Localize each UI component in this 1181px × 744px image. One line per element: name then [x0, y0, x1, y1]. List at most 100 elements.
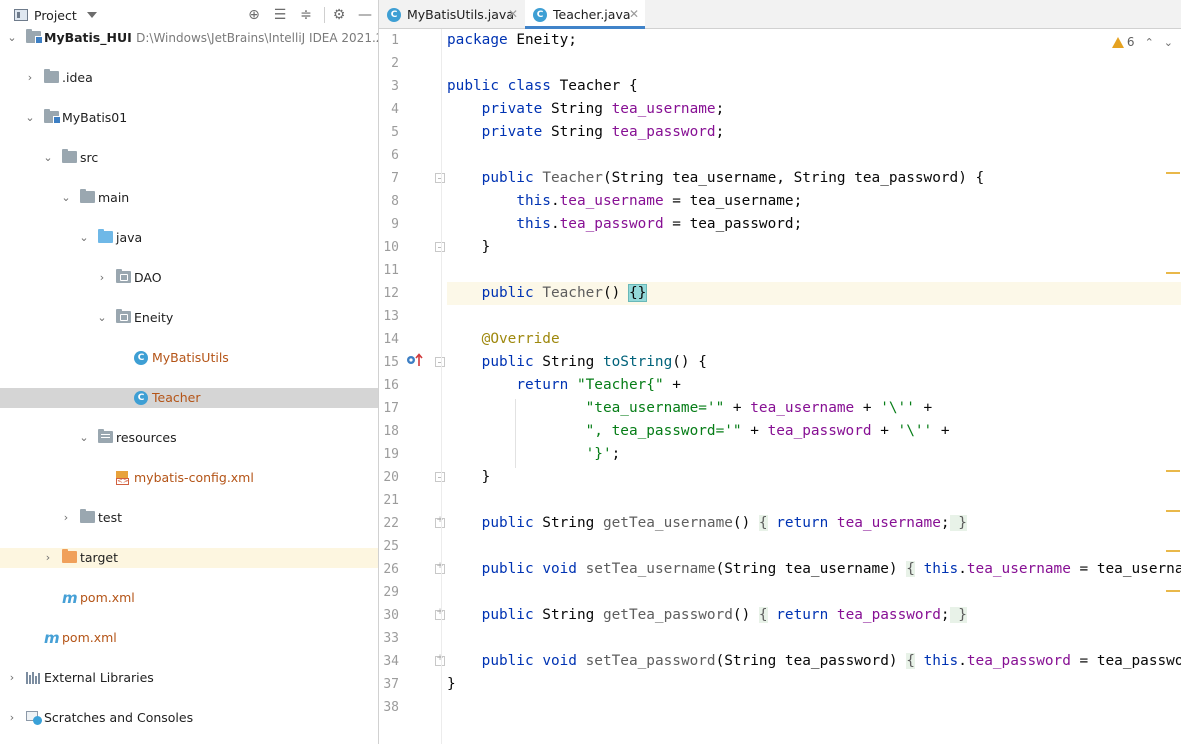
line-number: 3: [391, 79, 399, 94]
code-line[interactable]: this.tea_username = tea_username;: [447, 190, 802, 213]
warning-marker[interactable]: [1166, 510, 1180, 512]
tree-item-dao[interactable]: › DAO: [0, 268, 378, 288]
warning-marker[interactable]: [1166, 590, 1180, 592]
tree-item-teacher[interactable]: C Teacher: [0, 388, 378, 408]
fold-marker[interactable]: [435, 472, 445, 482]
fold-marker[interactable]: [435, 173, 445, 183]
maven-icon: m: [62, 589, 78, 607]
line-number-gutter[interactable]: 1 2 3 4 5 6 7 8 9 10 11 12 13 14 15 16 1…: [379, 29, 445, 744]
code-line[interactable]: @Override: [447, 328, 560, 351]
tree-item-target[interactable]: › target: [0, 548, 378, 568]
class-icon: C: [134, 351, 148, 365]
chevron-down-icon[interactable]: ⌄: [42, 148, 54, 168]
code-area[interactable]: package Eneity; public class Teacher { pr…: [447, 29, 1181, 744]
tree-item-label: main: [98, 190, 130, 205]
collapse-all-icon[interactable]: ≑: [298, 7, 314, 23]
tree-item-test[interactable]: › test: [0, 508, 378, 528]
tree-item-label: MyBatisUtils: [152, 350, 229, 365]
tree-item-external-libraries[interactable]: › External Libraries: [0, 668, 378, 688]
minimize-icon[interactable]: —: [357, 7, 373, 23]
class-icon: C: [387, 8, 401, 22]
code-line[interactable]: public String toString() {: [447, 351, 707, 374]
folder-icon: [80, 509, 95, 523]
chevron-right-icon[interactable]: ›: [24, 68, 36, 88]
tree-item-pom-module[interactable]: m pom.xml: [0, 588, 378, 608]
fold-marker[interactable]: [435, 515, 445, 528]
code-line[interactable]: private String tea_username;: [447, 98, 725, 121]
warning-marker[interactable]: [1166, 550, 1180, 552]
line-number: 19: [383, 447, 399, 462]
chevron-down-icon[interactable]: ⌄: [6, 28, 18, 48]
line-number: 34: [383, 654, 399, 669]
chevron-down-icon[interactable]: ⌄: [96, 308, 108, 328]
tree-item-mybatis-config[interactable]: <> mybatis-config.xml: [0, 468, 378, 488]
project-panel-title[interactable]: Project: [34, 8, 77, 23]
code-line[interactable]: public String getTea_username() { return…: [447, 512, 967, 535]
code-line[interactable]: package Eneity;: [447, 29, 577, 52]
chevron-right-icon[interactable]: ›: [42, 548, 54, 568]
chevron-down-icon[interactable]: ⌄: [24, 108, 36, 128]
tree-item-resources[interactable]: ⌄ resources: [0, 428, 378, 448]
code-line[interactable]: "tea_username='" + tea_username + '\'' +: [447, 397, 933, 420]
code-line[interactable]: }: [447, 236, 491, 259]
code-line[interactable]: }: [447, 466, 491, 489]
line-number: 6: [391, 148, 399, 163]
chevron-down-icon[interactable]: ⌄: [78, 228, 90, 248]
tree-item-idea[interactable]: › .idea: [0, 68, 378, 88]
fold-marker[interactable]: [435, 653, 445, 666]
chevron-down-icon[interactable]: [86, 12, 97, 18]
project-panel-header: Project ⊕ ☰ ≑ ⚙ —: [0, 0, 378, 30]
chevron-down-icon[interactable]: ⌄: [60, 188, 72, 208]
warning-marker[interactable]: [1166, 172, 1180, 174]
warning-marker[interactable]: [1166, 470, 1180, 472]
line-number: 33: [383, 631, 399, 646]
line-number: 16: [383, 378, 399, 393]
chevron-down-icon[interactable]: ⌄: [78, 428, 90, 448]
code-line[interactable]: '}';: [447, 443, 621, 466]
tree-item-scratches[interactable]: › Scratches and Consoles: [0, 708, 378, 728]
code-line[interactable]: this.tea_password = tea_password;: [447, 213, 802, 236]
code-line[interactable]: public void setTea_password(String tea_p…: [447, 650, 1181, 673]
locate-icon[interactable]: ⊕: [246, 7, 262, 23]
code-line[interactable]: public void setTea_username(String tea_u…: [447, 558, 1181, 581]
code-line[interactable]: }: [447, 673, 456, 696]
fold-marker[interactable]: [435, 242, 445, 252]
tree-item-pom-root[interactable]: m pom.xml: [0, 628, 378, 648]
fold-marker[interactable]: [435, 607, 445, 620]
line-number: 15: [383, 355, 399, 370]
code-line[interactable]: public Teacher() {}: [447, 282, 1181, 305]
tree-item-src[interactable]: ⌄ src: [0, 148, 378, 168]
tab-mybatisutils[interactable]: C MyBatisUtils.java ✕: [379, 0, 525, 29]
tree-item-mybatisutils[interactable]: C MyBatisUtils: [0, 348, 378, 368]
chevron-right-icon[interactable]: ›: [6, 708, 18, 728]
chevron-right-icon[interactable]: ›: [60, 508, 72, 528]
tree-item-mybatis-hui[interactable]: ⌄ MyBatis_HUI D:\Windows\JetBrains\Intel…: [0, 28, 378, 48]
tree-item-main[interactable]: ⌄ main: [0, 188, 378, 208]
code-line[interactable]: public String getTea_password() { return…: [447, 604, 967, 627]
code-line[interactable]: public class Teacher {: [447, 75, 638, 98]
chevron-right-icon[interactable]: ›: [96, 268, 108, 288]
line-number: 2: [391, 56, 399, 71]
scratches-icon: [26, 711, 42, 725]
tree-item-label: Scratches and Consoles: [44, 710, 194, 725]
close-icon[interactable]: ✕: [629, 0, 639, 29]
code-line[interactable]: ", tea_password='" + tea_password + '\''…: [447, 420, 950, 443]
tree-item-label: src: [80, 150, 99, 165]
fold-marker[interactable]: [435, 561, 445, 574]
tab-teacher[interactable]: C Teacher.java ✕: [525, 0, 645, 29]
tree-item-label: MyBatis01: [62, 110, 128, 125]
tree-item-java[interactable]: ⌄ java: [0, 228, 378, 248]
close-icon[interactable]: ✕: [508, 0, 518, 29]
warning-marker[interactable]: [1166, 272, 1180, 274]
code-line[interactable]: private String tea_password;: [447, 121, 725, 144]
overrides-method-icon[interactable]: [406, 353, 424, 367]
tree-item-eneity[interactable]: ⌄ Eneity: [0, 308, 378, 328]
fold-marker[interactable]: [435, 357, 445, 367]
expand-all-icon[interactable]: ☰: [272, 7, 288, 23]
tree-item-mybatis01[interactable]: ⌄ MyBatis01: [0, 108, 378, 128]
code-line[interactable]: return "Teacher{" +: [447, 374, 681, 397]
code-line[interactable]: public Teacher(String tea_username, Stri…: [447, 167, 985, 190]
chevron-right-icon[interactable]: ›: [6, 668, 18, 688]
folder-icon: [44, 69, 59, 83]
gear-icon[interactable]: ⚙: [331, 7, 347, 23]
